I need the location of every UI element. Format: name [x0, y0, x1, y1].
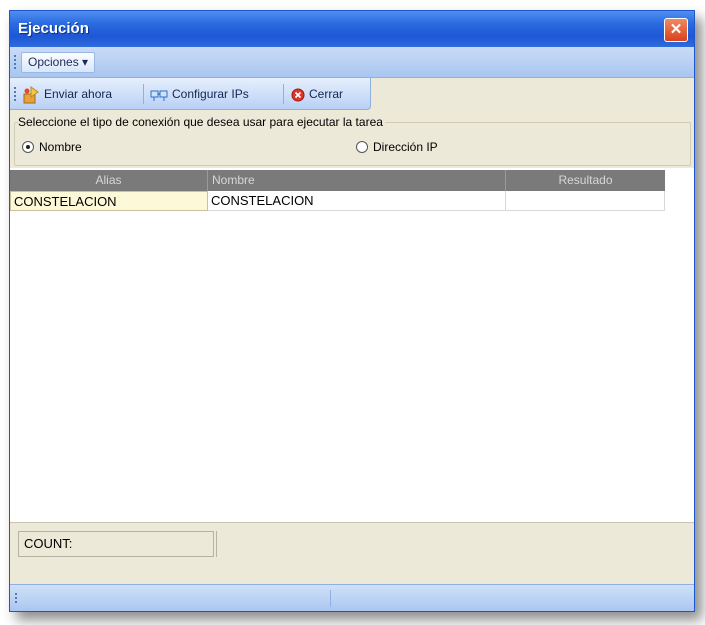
options-menu-label: Opciones [28, 55, 79, 69]
title-bar[interactable]: Ejecución ✕ [10, 11, 694, 47]
radio-ip-label: Dirección IP [373, 140, 438, 154]
toolbar-separator [283, 84, 284, 104]
window-title: Ejecución [18, 20, 89, 37]
radio-unchecked-icon [356, 140, 368, 153]
stop-icon [291, 88, 305, 102]
panel-divider [216, 531, 217, 557]
status-bar [10, 584, 694, 611]
radio-name-label: Nombre [39, 140, 82, 154]
configure-ips-label: Configurar IPs [172, 87, 249, 101]
count-field: COUNT: [18, 531, 214, 557]
status-bar-divider [330, 590, 331, 607]
connection-type-group: Seleccione el tipo de conexión que desea… [10, 110, 694, 169]
column-header-nombre[interactable]: Nombre [208, 170, 506, 191]
chevron-down-icon: ▾ [82, 55, 89, 69]
close-task-label: Cerrar [309, 87, 344, 101]
radio-name-option[interactable]: Nombre [22, 139, 82, 155]
column-header-resultado[interactable]: Resultado [506, 170, 665, 191]
options-menu-button[interactable]: Opciones ▾ [21, 52, 96, 73]
results-grid[interactable]: Alias Nombre Resultado CONSTELACION CONS… [10, 168, 694, 528]
send-icon [23, 85, 39, 104]
toolbar-grip-handle[interactable] [14, 87, 18, 101]
status-grip-handle[interactable] [15, 593, 19, 603]
cell-resultado[interactable] [506, 191, 665, 211]
radio-ip-option[interactable]: Dirección IP [356, 139, 438, 155]
execution-window: Ejecución ✕ Opciones ▾ Enviar ahora Conf… [9, 10, 695, 612]
grid-header: Alias Nombre Resultado [10, 170, 665, 191]
cell-nombre[interactable]: CONSTELACION [208, 191, 506, 211]
count-panel: COUNT: [10, 522, 694, 559]
radio-checked-icon [22, 140, 34, 153]
menu-grip-handle[interactable] [14, 55, 18, 69]
table-row[interactable]: CONSTELACION CONSTELACION [10, 191, 665, 211]
close-window-button[interactable]: ✕ [664, 18, 688, 42]
close-icon: ✕ [669, 21, 683, 38]
configure-ips-button[interactable]: Configurar IPs [150, 84, 249, 104]
send-now-button[interactable]: Enviar ahora [22, 84, 112, 104]
network-config-icon [150, 90, 168, 101]
connection-type-legend: Seleccione el tipo de conexión que desea… [18, 115, 385, 129]
toolbar-separator [143, 84, 144, 104]
close-task-button[interactable]: Cerrar [291, 84, 343, 104]
toolbar: Enviar ahora Configurar IPs Cerrar [10, 78, 371, 110]
cell-alias[interactable]: CONSTELACION [10, 191, 208, 211]
send-now-label: Enviar ahora [44, 87, 113, 101]
column-header-alias[interactable]: Alias [10, 170, 208, 191]
menu-bar: Opciones ▾ [10, 47, 694, 78]
